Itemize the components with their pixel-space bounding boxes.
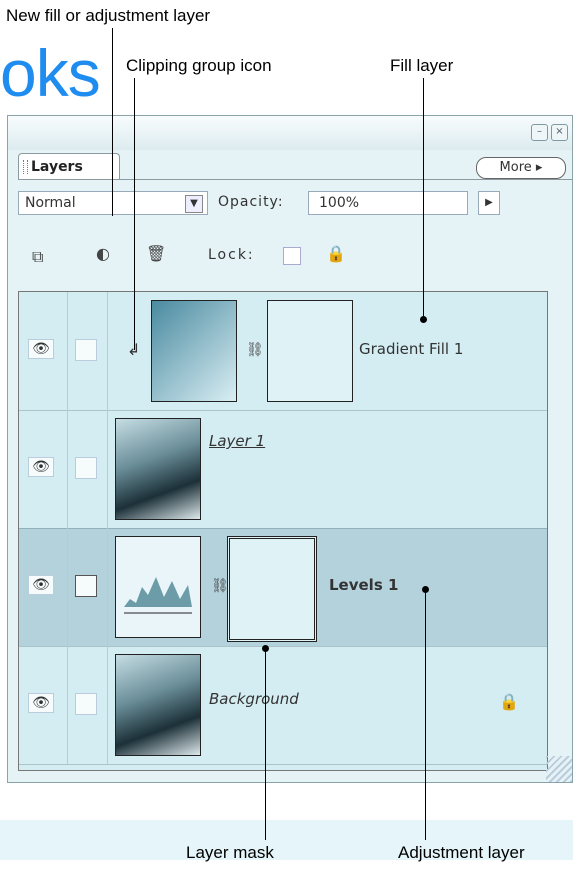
callout-line-fill — [423, 78, 424, 320]
layer-row[interactable]: 👁 Background 🔒 — [19, 646, 547, 765]
eye-cell: 👁 — [19, 410, 68, 528]
opacity-label: Opacity: — [218, 194, 284, 210]
horse-thumbnail[interactable] — [115, 418, 201, 520]
layer-name[interactable]: Layer 1 — [209, 432, 265, 450]
resize-handle[interactable] — [546, 756, 572, 782]
link-toggle[interactable] — [75, 693, 97, 715]
tab-layers[interactable]: Layers — [18, 153, 120, 179]
gradient-thumbnail[interactable] — [151, 300, 237, 402]
layers-palette: – × Layers More ▸ Normal ▼ Opacity: 100%… — [7, 115, 573, 783]
eye-cell: 👁 — [19, 528, 68, 646]
layers-list: 👁 ↲ ⛓ Gradient Fill 1 👁 Layer 1 👁 ⛓ Leve… — [18, 291, 548, 771]
callout-new-fill: New fill or adjustment layer — [6, 6, 211, 25]
callout-line-clipping — [134, 78, 135, 350]
more-button[interactable]: More ▸ — [476, 157, 566, 179]
link-cell — [67, 410, 108, 528]
horse-thumbnail[interactable] — [115, 654, 201, 756]
callout-dot-fill — [420, 316, 427, 323]
palette-titlebar — [8, 116, 572, 150]
layer-name[interactable]: Gradient Fill 1 — [359, 340, 463, 358]
chevron-down-icon[interactable]: ▼ — [185, 195, 203, 213]
opacity-input[interactable]: 100% — [308, 191, 468, 215]
callout-fill-layer: Fill layer — [390, 56, 454, 75]
adjustment-layer-icon[interactable]: ◐ — [96, 244, 110, 263]
callout-line-mask — [265, 648, 266, 840]
link-toggle[interactable] — [75, 339, 97, 361]
levels-thumbnail[interactable] — [115, 536, 201, 638]
layer-mask-link-icon[interactable] — [75, 575, 97, 597]
minimize-button[interactable]: – — [531, 124, 548, 141]
eye-cell: 👁 — [19, 292, 68, 410]
blend-mode-value: Normal — [25, 195, 76, 211]
callout-dot-adjustment — [422, 586, 429, 593]
eye-icon[interactable]: 👁 — [28, 457, 54, 477]
lock-icon: 🔒 — [499, 692, 519, 711]
link-cell — [67, 646, 108, 764]
callout-line-new-fill — [112, 28, 113, 216]
trash-icon[interactable]: 🗑 — [146, 244, 166, 263]
blend-mode-select[interactable]: Normal ▼ — [18, 191, 208, 215]
callout-line-adjustment — [425, 590, 426, 840]
histogram-icon — [124, 577, 192, 614]
lock-label: Lock: — [208, 247, 255, 263]
close-button[interactable]: × — [551, 124, 568, 141]
tab-divider — [18, 179, 572, 180]
eye-cell: 👁 — [19, 646, 68, 764]
brand-watermark: oks — [0, 36, 101, 110]
callout-dot-mask — [262, 645, 269, 652]
eye-icon[interactable]: 👁 — [28, 575, 54, 595]
callout-clipping: Clipping group icon — [126, 56, 272, 75]
eye-icon[interactable]: 👁 — [28, 339, 54, 359]
eye-icon[interactable]: 👁 — [28, 693, 54, 713]
lock-transparent-checkbox[interactable] — [283, 247, 301, 265]
mask-thumbnail[interactable] — [267, 300, 353, 402]
callout-adjustment: Adjustment layer — [398, 843, 525, 862]
layer-name[interactable]: Background — [209, 690, 299, 708]
link-toggle[interactable] — [75, 457, 97, 479]
layer-mask-thumbnail[interactable] — [227, 536, 317, 642]
grip-icon — [23, 160, 28, 174]
link-cell — [67, 528, 108, 646]
layer-name[interactable]: Levels 1 — [329, 576, 398, 594]
chain-icon[interactable]: ⛓ — [246, 342, 264, 358]
new-layer-icon[interactable]: ⧉ — [32, 247, 43, 267]
tab-layers-label: Layers — [31, 159, 83, 175]
layer-row[interactable]: 👁 Layer 1 — [19, 410, 547, 529]
lock-all-icon[interactable]: 🔒 — [326, 244, 346, 263]
layer-row[interactable]: 👁 ⛓ Levels 1 — [19, 528, 547, 647]
opacity-slider-toggle[interactable]: ▶ — [478, 191, 500, 215]
link-cell — [67, 292, 108, 410]
layer-row[interactable]: 👁 ↲ ⛓ Gradient Fill 1 — [19, 292, 547, 411]
callout-layer-mask: Layer mask — [186, 843, 274, 862]
